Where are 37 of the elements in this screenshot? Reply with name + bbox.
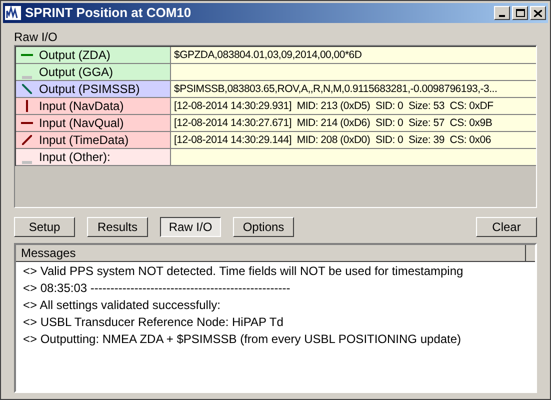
clear-button[interactable]: Clear: [476, 217, 537, 237]
channel-label: Output (PSIMSSB): [39, 81, 140, 98]
data-cell: $PSIMSSB,083803.65,ROV,A,,R,N,M,0.9115683281,-0.0098796193,-3...: [171, 81, 536, 97]
channel-label: Input (NavData): [39, 98, 124, 115]
line-icon: [22, 84, 32, 94]
channel-label: Input (Other):: [39, 149, 110, 166]
message-line: <> All settings validated successfully:: [22, 297, 222, 314]
line-icon: [26, 100, 28, 112]
section-label: Raw I/O: [14, 30, 58, 44]
tab-button[interactable]: Results: [87, 217, 148, 237]
channel-label: Input (NavQual): [39, 115, 124, 132]
message-line: <> 08:35:03 --------------------------------------------------: [22, 280, 292, 297]
dash-icon: [22, 76, 32, 78]
tab-button[interactable]: Options: [233, 217, 294, 237]
channel-label: Output (ZDA): [39, 47, 110, 64]
close-button[interactable]: [530, 6, 546, 20]
data-cell: [12-08-2014 14:30:29.931] MID: 213 (0xD5) SID: 0 Size: 53 CS: 0xDF: [171, 98, 536, 114]
line-icon: [22, 135, 32, 145]
maximize-button[interactable]: [512, 6, 528, 20]
app-icon: [5, 6, 21, 20]
data-cell: [12-08-2014 14:30:27.671] MID: 214 (0xD6) SID: 0 Size: 57 CS: 0x9B: [171, 115, 536, 131]
line-icon: [21, 122, 33, 124]
close-icon: [534, 10, 542, 16]
message-line: <> Valid PPS system NOT detected. Time fields will NOT be used for timestamping: [22, 263, 464, 280]
data-cell: $GPZDA,083804.01,03,09,2014,00,00*6D: [171, 47, 536, 63]
window-title: SPRINT Position at COM10: [25, 4, 192, 22]
tab-button[interactable]: Raw I/O: [160, 217, 221, 237]
dash-icon: [22, 160, 32, 164]
tab-button[interactable]: Setup: [14, 217, 75, 237]
data-cell: [12-08-2014 14:30:29.144] MID: 208 (0xD0) SID: 0 Size: 39 CS: 0x06: [171, 132, 536, 148]
line-icon: [21, 54, 33, 56]
column-header: Messages: [16, 245, 526, 261]
channel-label: Output (GGA): [39, 64, 114, 81]
message-line: <> Outputting: NMEA ZDA + $PSIMSSB (from every USBL POSITIONING update): [22, 331, 462, 348]
message-line: <> USBL Transducer Reference Node: HiPAP Td: [22, 314, 284, 331]
minimize-button[interactable]: [494, 6, 510, 20]
channel-label: Input (TimeData): [39, 132, 129, 149]
